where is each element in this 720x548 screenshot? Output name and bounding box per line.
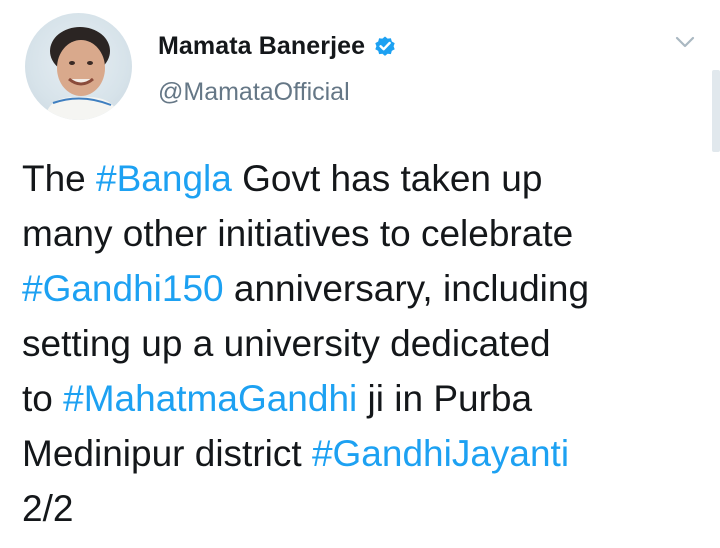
tweet-text-segment: setting up a university dedicated — [22, 323, 551, 364]
hashtag-link[interactable]: #Bangla — [96, 158, 232, 199]
tweet-line: #Gandhi150 anniversary, including — [22, 261, 712, 316]
tweet-header: Mamata Banerjee @MamataOfficial — [0, 0, 720, 152]
author-handle[interactable]: @MamataOfficial — [158, 78, 350, 107]
tweet-line: setting up a university dedicated — [22, 316, 712, 371]
hashtag-link[interactable]: #MahatmaGandhi — [63, 378, 357, 419]
tweet-text-segment: Govt has taken up — [231, 158, 543, 199]
hashtag-link[interactable]: #Gandhi150 — [22, 268, 224, 309]
chevron-down-icon[interactable] — [674, 34, 696, 50]
scrollbar[interactable] — [712, 70, 720, 152]
tweet-line: The #Bangla Govt has taken up — [22, 151, 712, 206]
tweet-text-segment: The — [22, 158, 97, 199]
tweet-text-segment: many other initiatives to celebrate — [22, 213, 574, 254]
hashtag-link[interactable]: #GandhiJayanti — [312, 433, 569, 474]
tweet-line: many other initiatives to celebrate — [22, 206, 712, 261]
tweet-line: to #MahatmaGandhi ji in Purba — [22, 371, 712, 426]
tweet-line: Medinipur district #GandhiJayanti — [22, 426, 712, 481]
tweet-text-segment: 2/2 — [22, 488, 74, 529]
avatar[interactable] — [25, 13, 132, 120]
tweet-line: 2/2 — [22, 481, 712, 536]
author-name-row[interactable]: Mamata Banerjee — [158, 28, 397, 64]
tweet-text-segment: ji in Purba — [357, 378, 533, 419]
author-name[interactable]: Mamata Banerjee — [158, 32, 365, 61]
profile-photo-icon — [45, 27, 119, 120]
tweet-text-segment: Medinipur district — [22, 433, 312, 474]
verified-badge-icon — [375, 36, 395, 56]
tweet-text: The #Bangla Govt has taken up many other … — [22, 151, 712, 536]
tweet-text-segment: anniversary, including — [223, 268, 590, 309]
tweet-text-segment: to — [22, 378, 64, 419]
